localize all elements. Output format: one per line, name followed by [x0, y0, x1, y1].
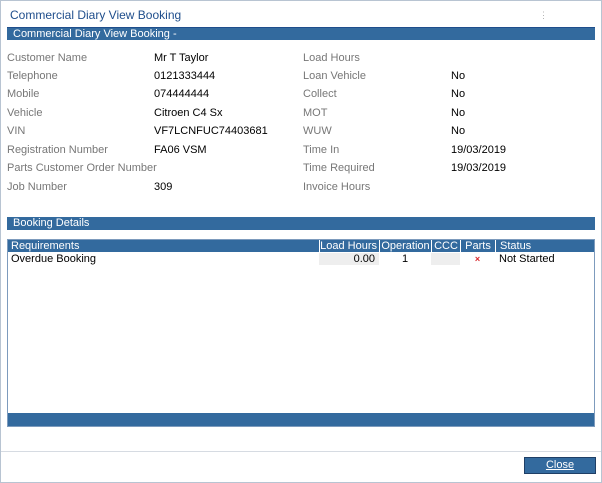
footer-divider	[1, 451, 601, 452]
time-in-value: 19/03/2019	[451, 144, 507, 156]
time-required-label: Time Required	[303, 162, 375, 174]
mot-value: No	[451, 107, 466, 119]
parts-missing-icon: ×	[474, 254, 481, 264]
mobile-value: 074444444	[154, 88, 210, 100]
requirements-grid[interactable]: Requirements Load Hours Operation CCC Pa…	[7, 239, 595, 427]
menu-dots-icon[interactable]: ⋮	[539, 10, 548, 21]
column-header-ccc[interactable]: CCC	[431, 240, 460, 252]
close-button[interactable]: Close	[524, 457, 596, 474]
column-header-status[interactable]: Status	[495, 240, 594, 252]
column-header-load-hours[interactable]: Load Hours	[319, 240, 379, 252]
status-cell: Not Started	[499, 253, 555, 265]
loan-vehicle-label: Loan Vehicle	[303, 70, 366, 82]
vehicle-label: Vehicle	[7, 107, 43, 119]
operation-cell: 1	[401, 253, 409, 265]
booking-details-header: Booking Details	[7, 217, 595, 230]
customer-name-label: Customer Name	[7, 52, 88, 64]
vehicle-value: Citroen C4 Sx	[154, 107, 223, 119]
booking-dialog: Commercial Diary View Booking ⋮ Commerci…	[0, 0, 602, 483]
column-header-parts[interactable]: Parts	[460, 240, 495, 252]
collect-value: No	[451, 88, 466, 100]
registration-number-value: FA06 VSM	[154, 144, 207, 156]
column-header-operation[interactable]: Operation	[379, 240, 431, 252]
time-required-value: 19/03/2019	[451, 162, 507, 174]
vin-value: VF7LCNFUC74403681	[154, 125, 268, 137]
vin-label: VIN	[7, 125, 26, 137]
table-row[interactable]: Overdue Booking 0.00 1 × Not Started	[8, 253, 594, 265]
grid-header-row: Requirements Load Hours Operation CCC Pa…	[8, 240, 594, 252]
parts-customer-order-number-label: Parts Customer Order Number	[7, 162, 157, 174]
mobile-label: Mobile	[7, 88, 40, 100]
job-number-label: Job Number	[7, 181, 67, 193]
load-hours-cell: 0.00	[319, 253, 379, 265]
ccc-cell	[431, 253, 460, 265]
registration-number-label: Registration Number	[7, 144, 108, 156]
telephone-label: Telephone	[7, 70, 58, 82]
parts-cell: ×	[460, 253, 495, 265]
requirements-cell: Overdue Booking	[11, 253, 96, 265]
collect-label: Collect	[303, 88, 337, 100]
dialog-title: Commercial Diary View Booking	[10, 8, 182, 22]
wuw-value: No	[451, 125, 466, 137]
wuw-label: WUW	[303, 125, 332, 137]
column-header-requirements[interactable]: Requirements	[8, 240, 319, 252]
loan-vehicle-value: No	[451, 70, 466, 82]
booking-section-header: Commercial Diary View Booking -	[7, 27, 595, 40]
grid-footer-bar	[8, 413, 594, 426]
invoice-hours-label: Invoice Hours	[303, 181, 371, 193]
load-hours-label: Load Hours	[303, 52, 360, 64]
customer-name-value: Mr T Taylor	[154, 52, 209, 64]
mot-label: MOT	[303, 107, 328, 119]
telephone-value: 0121333444	[154, 70, 216, 82]
time-in-label: Time In	[303, 144, 340, 156]
job-number-value: 309	[154, 181, 173, 193]
